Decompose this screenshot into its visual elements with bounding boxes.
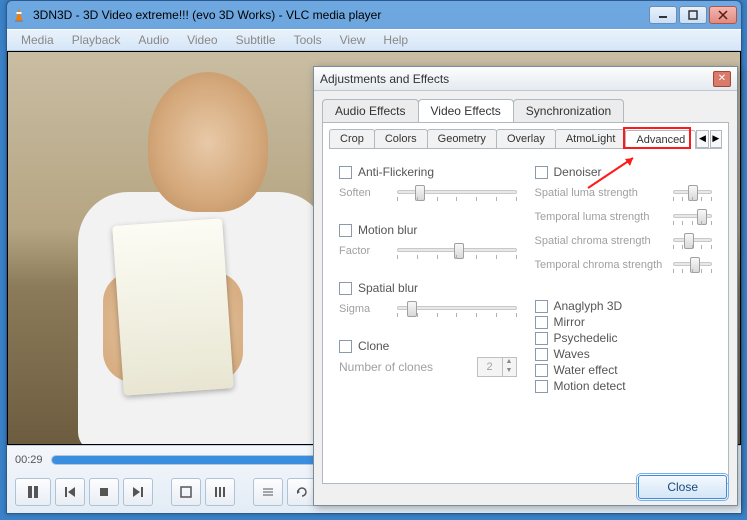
factor-label: Factor <box>339 245 389 257</box>
spatial-luma-label: Spatial luma strength <box>535 187 665 199</box>
menu-video[interactable]: Video <box>179 31 225 49</box>
menu-tools[interactable]: Tools <box>286 31 330 49</box>
maximize-button[interactable] <box>679 6 707 24</box>
ext-settings-button[interactable] <box>205 478 235 506</box>
tab-content: Crop Colors Geometry Overlay AtmoLight A… <box>322 122 729 484</box>
spatial-blur-label: Spatial blur <box>358 281 418 295</box>
dialog-close-icon[interactable]: ✕ <box>713 71 731 87</box>
clone-count-label: Number of clones <box>339 360 469 374</box>
water-checkbox[interactable] <box>535 364 548 377</box>
minimize-button[interactable] <box>649 6 677 24</box>
temporal-luma-label: Temporal luma strength <box>535 211 665 223</box>
spatial-chroma-label: Spatial chroma strength <box>535 235 665 247</box>
dialog-title: Adjustments and Effects <box>320 72 713 86</box>
sigma-slider[interactable] <box>397 299 517 319</box>
tab-video-effects[interactable]: Video Effects <box>418 99 514 122</box>
factor-slider[interactable] <box>397 241 517 261</box>
subtab-advanced[interactable]: Advanced <box>625 130 696 149</box>
temporal-luma-slider[interactable] <box>673 207 713 227</box>
mirror-label: Mirror <box>554 315 585 329</box>
clone-count-input[interactable] <box>478 361 502 373</box>
motion-detect-label: Motion detect <box>554 379 626 393</box>
menu-audio[interactable]: Audio <box>130 31 177 49</box>
water-label: Water effect <box>554 363 618 377</box>
mirror-checkbox[interactable] <box>535 316 548 329</box>
soften-label: Soften <box>339 187 389 199</box>
menu-playback[interactable]: Playback <box>64 31 129 49</box>
clone-count-spinner[interactable]: ▲▼ <box>477 357 517 377</box>
subtab-atmolight[interactable]: AtmoLight <box>555 129 627 148</box>
soften-slider[interactable] <box>397 183 517 203</box>
waves-label: Waves <box>554 347 590 361</box>
time-elapsed: 00:29 <box>15 454 43 466</box>
subtab-colors[interactable]: Colors <box>374 129 428 148</box>
playlist-button[interactable] <box>253 478 283 506</box>
dialog-titlebar: Adjustments and Effects ✕ <box>314 67 737 91</box>
tab-audio-effects[interactable]: Audio Effects <box>322 99 419 122</box>
clone-count-up[interactable]: ▲ <box>502 358 516 367</box>
menu-view[interactable]: View <box>332 31 374 49</box>
spatial-chroma-slider[interactable] <box>673 231 713 251</box>
close-window-button[interactable] <box>709 6 737 24</box>
motion-blur-checkbox[interactable] <box>339 224 352 237</box>
denoiser-checkbox[interactable] <box>535 166 548 179</box>
subtab-overlay[interactable]: Overlay <box>496 129 556 148</box>
subtab-crop[interactable]: Crop <box>329 129 375 148</box>
psychedelic-label: Psychedelic <box>554 331 618 345</box>
subtab-scroll-right[interactable]: ▶ <box>710 130 722 148</box>
temporal-chroma-label: Temporal chroma strength <box>535 259 665 271</box>
subtab-scroll-left[interactable]: ◀ <box>696 130 708 148</box>
close-button[interactable]: Close <box>638 475 727 499</box>
waves-checkbox[interactable] <box>535 348 548 361</box>
motion-blur-label: Motion blur <box>358 223 417 237</box>
adjustments-dialog: Adjustments and Effects ✕ Audio Effects … <box>313 66 738 506</box>
titlebar: 3DN3D - 3D Video extreme!!! (evo 3D Work… <box>7 1 741 29</box>
clone-count-down[interactable]: ▼ <box>502 367 516 376</box>
psychedelic-checkbox[interactable] <box>535 332 548 345</box>
temporal-chroma-slider[interactable] <box>673 255 713 275</box>
fullscreen-button[interactable] <box>171 478 201 506</box>
motion-detect-checkbox[interactable] <box>535 380 548 393</box>
pause-button[interactable] <box>15 478 51 506</box>
menu-subtitle[interactable]: Subtitle <box>228 31 284 49</box>
spatial-luma-slider[interactable] <box>673 183 713 203</box>
sigma-label: Sigma <box>339 303 389 315</box>
anaglyph-checkbox[interactable] <box>535 300 548 313</box>
window-title: 3DN3D - 3D Video extreme!!! (evo 3D Work… <box>33 8 649 22</box>
stop-button[interactable] <box>89 478 119 506</box>
next-button[interactable] <box>123 478 153 506</box>
vlc-cone-icon <box>11 7 27 23</box>
subtab-geometry[interactable]: Geometry <box>427 129 497 148</box>
anti-flickering-checkbox[interactable] <box>339 166 352 179</box>
menu-media[interactable]: Media <box>13 31 62 49</box>
prev-button[interactable] <box>55 478 85 506</box>
spatial-blur-checkbox[interactable] <box>339 282 352 295</box>
clone-label: Clone <box>358 339 389 353</box>
denoiser-label: Denoiser <box>554 165 602 179</box>
tab-synchronization[interactable]: Synchronization <box>513 99 624 122</box>
menubar: Media Playback Audio Video Subtitle Tool… <box>7 29 741 51</box>
clone-checkbox[interactable] <box>339 340 352 353</box>
menu-help[interactable]: Help <box>375 31 416 49</box>
anti-flickering-label: Anti-Flickering <box>358 165 434 179</box>
anaglyph-label: Anaglyph 3D <box>554 299 623 313</box>
